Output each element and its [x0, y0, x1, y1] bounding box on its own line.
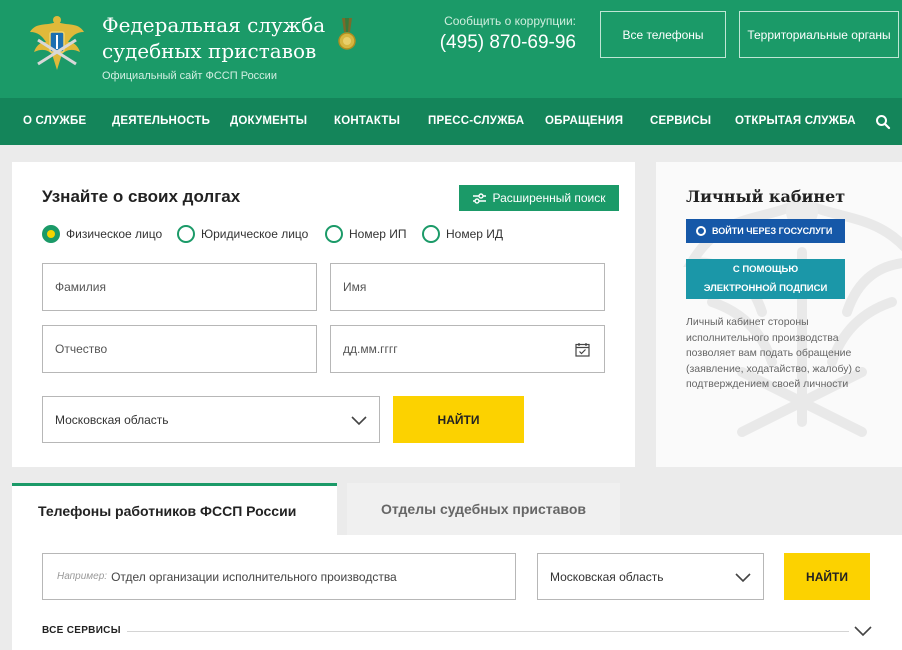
nav-item-press[interactable]: ПРЕСС-СЛУЖБА	[428, 98, 524, 145]
radio-circle	[177, 225, 195, 243]
employee-search-input[interactable]: Например: Отдел организации исполнительн…	[42, 553, 516, 600]
chevron-down-icon[interactable]	[854, 625, 872, 637]
radio-circle	[42, 225, 60, 243]
nav-item-activity[interactable]: ДЕЯТЕЛЬНОСТЬ	[112, 98, 210, 145]
debt-search-card: Узнайте о своих долгах Расширенный поиск…	[12, 162, 635, 467]
region-select[interactable]: Московская область	[42, 396, 380, 443]
advanced-search-label: Расширенный поиск	[492, 191, 606, 205]
lastname-input[interactable]: Фамилия	[42, 263, 317, 311]
divider	[127, 631, 849, 632]
nav-item-services[interactable]: СЕРВИСЫ	[650, 98, 711, 145]
radio-label: Номер ИД	[446, 227, 504, 241]
radio-label: Физическое лицо	[66, 227, 163, 241]
nav-item-documents[interactable]: ДОКУМЕНТЫ	[230, 98, 307, 145]
firstname-input[interactable]: Имя	[330, 263, 605, 311]
radio-circle	[422, 225, 440, 243]
main-nav: О СЛУЖБЕ ДЕЯТЕЛЬНОСТЬ ДОКУМЕНТЫ КОНТАКТЫ…	[0, 98, 902, 145]
phones-region-select[interactable]: Московская область	[537, 553, 764, 600]
phones-panel: Например: Отдел организации исполнительн…	[12, 535, 902, 650]
nav-item-about[interactable]: О СЛУЖБЕ	[23, 98, 86, 145]
site-header: Федеральная служба судебных приставов Оф…	[0, 0, 902, 98]
birthdate-input[interactable]: дд.мм.гггг	[330, 325, 605, 373]
radio-legal-entity[interactable]: Юридическое лицо	[177, 224, 308, 244]
calendar-check-icon[interactable]	[575, 342, 590, 357]
all-services-toggle[interactable]: ВСЕ СЕРВИСЫ	[42, 625, 121, 636]
radio-individual[interactable]: Физическое лицо	[42, 224, 162, 244]
cabinet-description: Личный кабинет стороны исполнительного п…	[686, 316, 861, 390]
chevron-down-icon	[351, 416, 367, 426]
site-subtitle: Официальный сайт ФССП России	[102, 70, 277, 82]
all-phones-button[interactable]: Все телефоны	[600, 11, 726, 58]
radio-ip-number[interactable]: Номер ИП	[325, 224, 407, 244]
example-value: Отдел организации исполнительного произв…	[111, 569, 397, 584]
nav-item-appeals[interactable]: ОБРАЩЕНИЯ	[545, 98, 623, 145]
radio-circle	[325, 225, 343, 243]
personal-cabinet-card: Личный кабинет ВОЙТИ ЧЕРЕЗ ГОСУСЛУГИ С П…	[656, 162, 902, 467]
tab-bailiff-departments[interactable]: Отделы судебных приставов	[347, 483, 620, 535]
gosuslugi-label: ВОЙТИ ЧЕРЕЗ ГОСУСЛУГИ	[712, 226, 833, 236]
birthdate-placeholder: дд.мм.гггг	[343, 342, 398, 356]
search-icon[interactable]	[875, 114, 891, 130]
corruption-label: Сообщить о коррупции:	[444, 14, 576, 28]
advanced-search-button[interactable]: Расширенный поиск	[459, 185, 619, 211]
radio-label: Номер ИП	[349, 227, 407, 241]
phones-region-value: Московская область	[550, 569, 664, 584]
patronymic-input[interactable]: Отчество	[42, 325, 317, 373]
region-select-value: Московская область	[55, 412, 169, 427]
debt-card-title: Узнайте о своих долгах	[42, 187, 241, 206]
radio-id-number[interactable]: Номер ИД	[422, 224, 503, 244]
chevron-down-icon	[735, 573, 751, 583]
site-title[interactable]: Федеральная служба судебных приставов	[102, 12, 325, 64]
example-label: Например:	[57, 571, 108, 582]
find-phones-button[interactable]: НАЙТИ	[784, 553, 870, 600]
medal-icon	[338, 18, 356, 50]
find-debts-button[interactable]: НАЙТИ	[393, 396, 524, 443]
corruption-phone[interactable]: (495) 870-69-96	[432, 32, 576, 54]
fssp-emblem-icon[interactable]	[24, 12, 90, 78]
digital-signature-button[interactable]: С ПОМОЩЬЮ ЭЛЕКТРОННОЙ ПОДПИСИ	[686, 259, 845, 299]
filter-sliders-icon	[472, 192, 486, 204]
nav-item-contacts[interactable]: КОНТАКТЫ	[334, 98, 400, 145]
nav-item-open-service[interactable]: ОТКРЫТАЯ СЛУЖБА	[735, 98, 856, 145]
gosuslugi-icon	[696, 226, 706, 236]
territorial-bodies-button[interactable]: Территориальные органы	[739, 11, 899, 58]
cabinet-title: Личный кабинет	[686, 187, 846, 206]
tab-employee-phones[interactable]: Телефоны работников ФССП России	[12, 483, 337, 535]
radio-label: Юридическое лицо	[201, 227, 309, 241]
gosuslugi-login-button[interactable]: ВОЙТИ ЧЕРЕЗ ГОСУСЛУГИ	[686, 219, 845, 243]
